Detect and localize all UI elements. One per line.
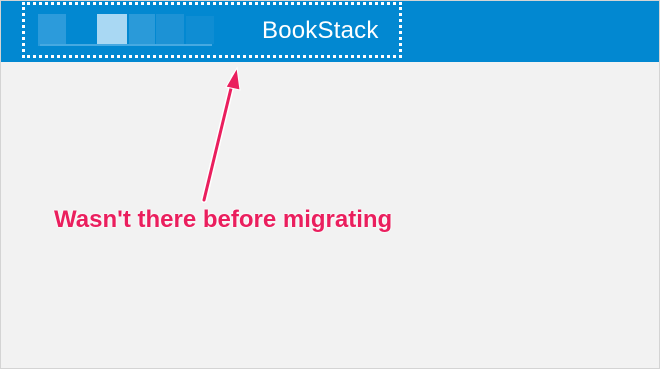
annotation-arrow-icon [201,66,241,203]
annotation-label: Wasn't there before migrating [54,206,393,233]
screenshot-page: { "header": { "brand": "BookStack", "bac… [0,0,660,369]
